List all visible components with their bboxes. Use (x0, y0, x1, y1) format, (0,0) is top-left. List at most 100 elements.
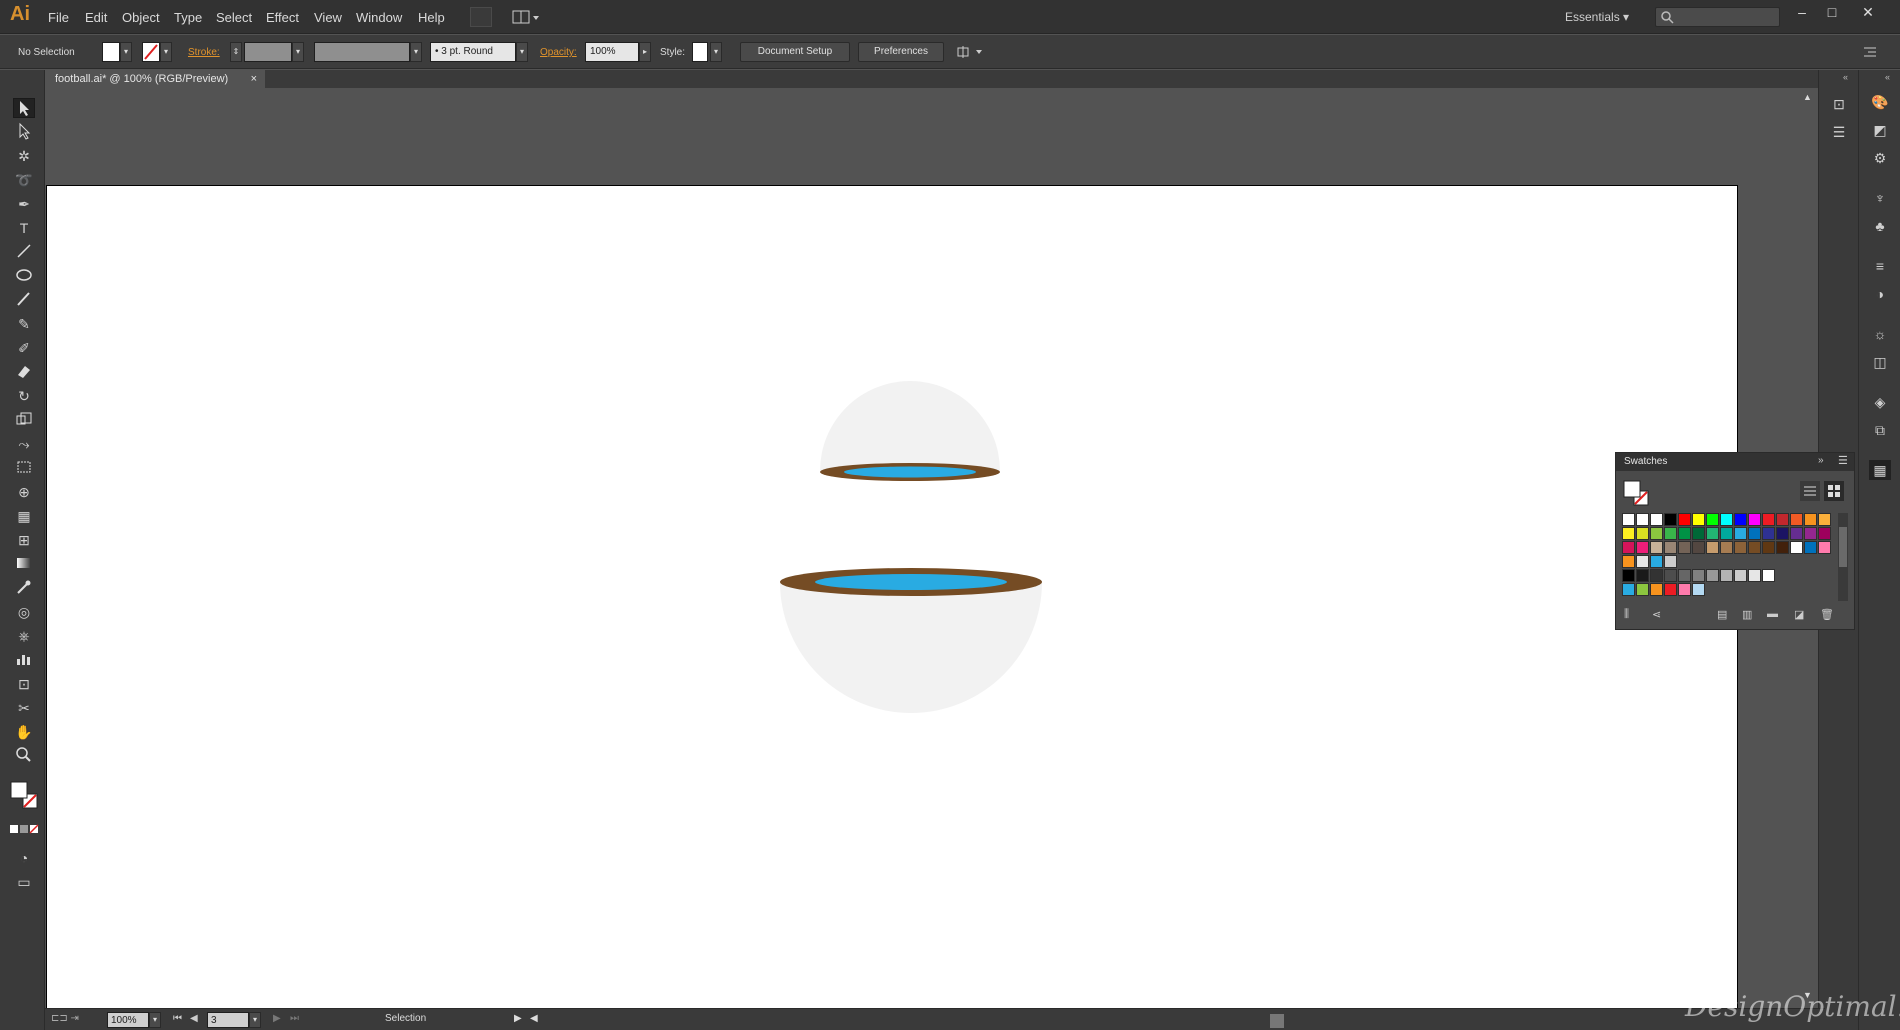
swatch-4-7[interactable] (1720, 569, 1733, 582)
swatch-4-10[interactable] (1762, 569, 1775, 582)
shape-builder-tool-icon[interactable]: ⊕ (13, 482, 35, 502)
panel-expand-icon[interactable]: » (1818, 455, 1824, 466)
color-guide-panel-icon[interactable]: ◩ (1869, 120, 1891, 140)
graphic-style-swatch[interactable] (692, 42, 708, 62)
swatch-0-2[interactable] (1650, 513, 1663, 526)
artboard-dropdown[interactable]: ▾ (249, 1012, 261, 1028)
swatch-2-6[interactable] (1706, 541, 1719, 554)
new-color-group-icon[interactable]: ▥ (1742, 608, 1752, 621)
graphic-styles-panel-icon[interactable]: ◫ (1869, 352, 1891, 372)
stroke-dropdown[interactable]: ▾ (160, 42, 172, 62)
delete-swatch-icon[interactable]: 🗑 (1820, 608, 1834, 621)
swatch-3-2[interactable] (1650, 555, 1663, 568)
swatch-1-1[interactable] (1636, 527, 1649, 540)
appearance-panel-icon[interactable]: ☼ (1869, 324, 1891, 344)
eyedropper-tool-icon[interactable] (13, 578, 35, 598)
swatch-0-3[interactable] (1664, 513, 1677, 526)
swatch-1-9[interactable] (1748, 527, 1761, 540)
close-tab-icon[interactable]: × (251, 70, 257, 88)
brushes-panel-icon[interactable]: ♆ (1869, 188, 1891, 208)
swatch-2-11[interactable] (1776, 541, 1789, 554)
selection-tool-icon[interactable] (13, 98, 35, 118)
slice-tool-icon[interactable]: ✂ (13, 698, 35, 718)
arrange-documents-icon[interactable] (510, 7, 540, 27)
swatch-0-10[interactable] (1762, 513, 1775, 526)
opacity-dropdown[interactable]: ▸ (639, 42, 651, 62)
swatch-5-4[interactable] (1678, 583, 1691, 596)
line-tool-icon[interactable] (13, 242, 35, 262)
swatch-1-0[interactable] (1622, 527, 1635, 540)
swatch-2-4[interactable] (1678, 541, 1691, 554)
fill-stroke-swatches[interactable] (9, 780, 39, 813)
kuler-panel-icon[interactable]: ⚙ (1869, 148, 1891, 168)
workspace-switcher[interactable]: Essentials ▾ (1565, 10, 1629, 24)
swatch-2-7[interactable] (1720, 541, 1733, 554)
swatch-1-10[interactable] (1762, 527, 1775, 540)
swatches-panel-header[interactable]: Swatches » ☰ (1616, 453, 1854, 471)
panel-fill-stroke-icon[interactable] (1622, 479, 1652, 512)
blob-brush-tool-icon[interactable]: ✐ (13, 338, 35, 358)
swatch-4-3[interactable] (1664, 569, 1677, 582)
swatch-0-12[interactable] (1790, 513, 1803, 526)
screen-mode-icon[interactable]: ▭ (13, 872, 35, 892)
close-window-button[interactable]: ✕ (1858, 4, 1878, 22)
swatch-1-12[interactable] (1790, 527, 1803, 540)
pencil-tool-icon[interactable]: ✎ (13, 314, 35, 334)
swatch-2-3[interactable] (1664, 541, 1677, 554)
panel-options-icon[interactable]: ☰ (1838, 454, 1848, 467)
opacity-label[interactable]: Opacity: (540, 47, 577, 58)
stroke-weight-dropdown[interactable]: ▾ (292, 42, 304, 62)
artboard[interactable] (46, 185, 1738, 1010)
swatches-panel-icon[interactable]: ▦ (1869, 460, 1891, 480)
swatch-0-6[interactable] (1706, 513, 1719, 526)
swatch-5-2[interactable] (1650, 583, 1663, 596)
swatch-1-13[interactable] (1804, 527, 1817, 540)
fill-color-swatch[interactable] (102, 42, 120, 62)
scroll-up-arrow[interactable]: ▲ (1803, 92, 1812, 102)
stroke-label[interactable]: Stroke: (188, 47, 220, 58)
previous-artboard-button[interactable]: ◀ (190, 1013, 198, 1024)
document-setup-button[interactable]: Document Setup (740, 42, 850, 62)
swatch-3-3[interactable] (1664, 555, 1677, 568)
swatch-5-3[interactable] (1664, 583, 1677, 596)
swatch-3-1[interactable] (1636, 555, 1649, 568)
swatch-2-8[interactable] (1734, 541, 1747, 554)
variable-width-profile[interactable] (314, 42, 410, 62)
first-artboard-button[interactable]: ⏮ (173, 1013, 182, 1024)
menu-object[interactable]: Object (122, 10, 160, 25)
lasso-tool-icon[interactable]: ➰ (13, 170, 35, 190)
artboard-tool-icon[interactable]: ⊡ (13, 674, 35, 694)
fill-dropdown[interactable]: ▾ (120, 42, 132, 62)
swatch-0-1[interactable] (1636, 513, 1649, 526)
list-view-icon[interactable] (1800, 481, 1820, 501)
swatch-2-5[interactable] (1692, 541, 1705, 554)
zoom-tool-icon[interactable] (13, 746, 35, 766)
swatch-0-5[interactable] (1692, 513, 1705, 526)
swatch-3-0[interactable] (1622, 555, 1635, 568)
menu-type[interactable]: Type (174, 10, 202, 25)
menu-file[interactable]: File (48, 10, 69, 25)
paintbrush-tool-icon[interactable] (13, 290, 35, 310)
arrange-icon[interactable] (956, 44, 986, 63)
swatch-1-8[interactable] (1734, 527, 1747, 540)
swatch-1-4[interactable] (1678, 527, 1691, 540)
next-artboard-button[interactable]: ▶ (273, 1013, 281, 1024)
color-mode-icons[interactable] (9, 823, 39, 838)
thumbnail-view-icon[interactable] (1824, 481, 1844, 501)
swatch-1-2[interactable] (1650, 527, 1663, 540)
layers-panel-icon[interactable]: ◈ (1869, 392, 1891, 412)
swatch-4-8[interactable] (1734, 569, 1747, 582)
swatch-4-9[interactable] (1748, 569, 1761, 582)
mesh-tool-icon[interactable]: ⊞ (13, 530, 35, 550)
menu-help[interactable]: Help (418, 10, 445, 25)
blend-tool-icon[interactable]: ◎ (13, 602, 35, 622)
swatch-1-3[interactable] (1664, 527, 1677, 540)
menu-edit[interactable]: Edit (85, 10, 107, 25)
brush-dropdown[interactable]: ▾ (516, 42, 528, 62)
profile-dropdown[interactable]: ▾ (410, 42, 422, 62)
swatch-0-4[interactable] (1678, 513, 1691, 526)
last-artboard-button[interactable]: ⏭ (290, 1013, 299, 1024)
swatch-5-5[interactable] (1692, 583, 1705, 596)
menu-view[interactable]: View (314, 10, 342, 25)
zoom-dropdown[interactable]: ▾ (149, 1012, 161, 1028)
